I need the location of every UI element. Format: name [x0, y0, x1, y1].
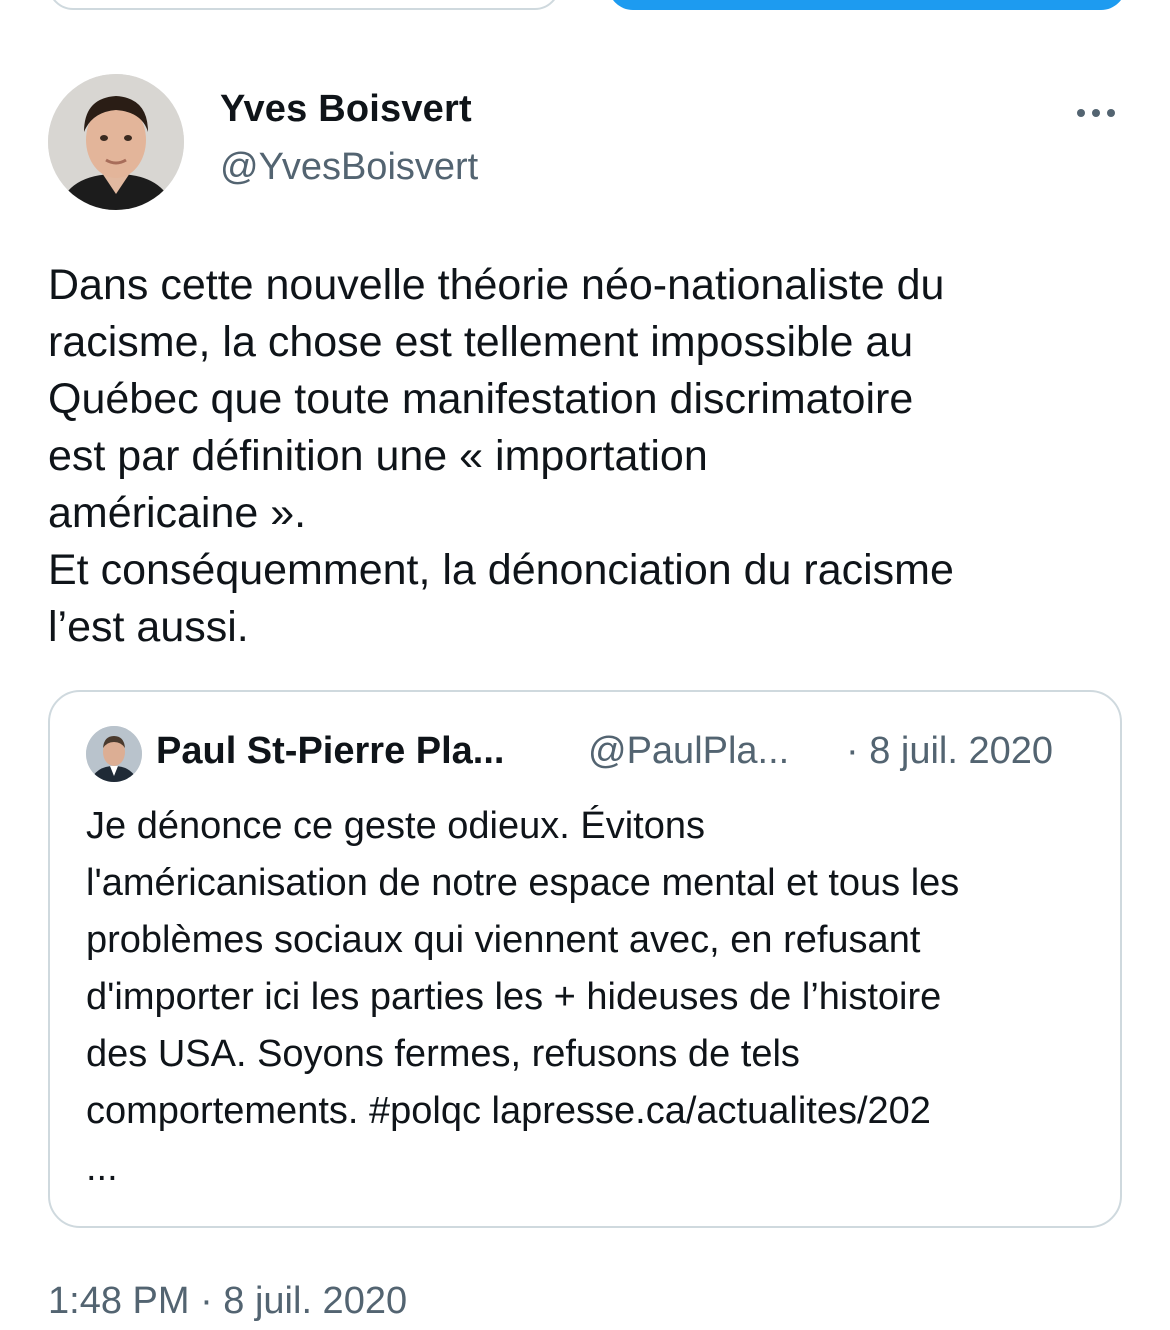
- author-name[interactable]: Yves Boisvert: [220, 88, 472, 131]
- top-primary-button[interactable]: [608, 0, 1126, 10]
- quoted-tweet-text: Je dénonce ce geste odieux. Évitons l'am…: [86, 805, 960, 1189]
- author-avatar[interactable]: [48, 74, 184, 210]
- author-handle[interactable]: @YvesBoisvert: [220, 146, 478, 189]
- tweet-text: Dans cette nouvelle théorie néo-national…: [48, 261, 954, 651]
- more-horizontal-icon[interactable]: [1070, 96, 1122, 130]
- more-dot: [1107, 109, 1115, 117]
- quoted-author-avatar-image: [86, 726, 142, 782]
- quoted-tweet-card[interactable]: Paul St-Pierre Pla... @PaulPla... · 8 ju…: [48, 690, 1122, 1228]
- quoted-author-handle: @PaulPla...: [588, 730, 790, 772]
- tweet-timestamp[interactable]: 1:48 PM · 8 juil. 2020: [48, 1280, 407, 1323]
- author-avatar-image: [48, 74, 184, 210]
- more-dot: [1092, 109, 1100, 117]
- quoted-author-avatar: [86, 726, 142, 782]
- quoted-tweet-date: · 8 juil. 2020: [846, 730, 1054, 772]
- quoted-author-name: Paul St-Pierre Pla...: [156, 730, 505, 772]
- more-dot: [1077, 109, 1085, 117]
- top-outline-button[interactable]: [48, 0, 560, 10]
